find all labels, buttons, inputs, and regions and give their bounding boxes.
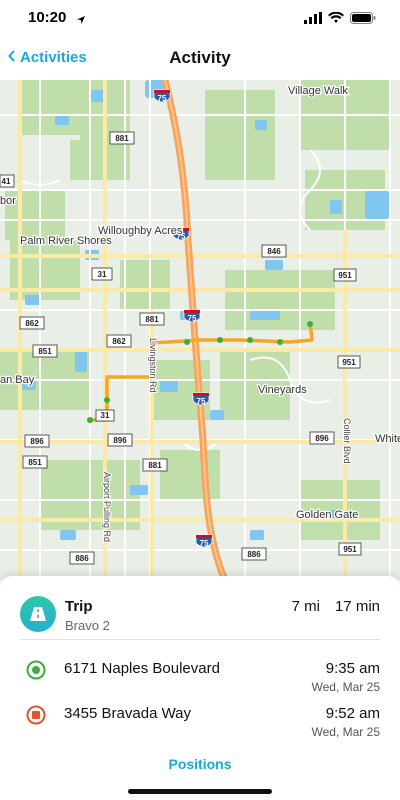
signal-icon bbox=[304, 11, 322, 29]
trip-distance: 7 mi bbox=[291, 598, 320, 615]
battery-icon bbox=[350, 11, 376, 29]
road-shield: 951 bbox=[338, 271, 352, 280]
road-label: Airport Pulling Rd bbox=[102, 472, 112, 542]
place-label: White bbox=[375, 433, 400, 445]
page-title: Activity bbox=[169, 48, 231, 67]
status-icons bbox=[304, 11, 376, 29]
road-shield: 886 bbox=[75, 554, 89, 563]
road-shield: 851 bbox=[28, 458, 42, 467]
trip-badge bbox=[20, 596, 56, 632]
map-view[interactable]: 881 41 846 31 951 862 881 862 851 951 89… bbox=[0, 80, 400, 580]
start-time: 9:35 am bbox=[325, 660, 380, 677]
road-shield: 881 bbox=[115, 134, 129, 143]
place-label: Village Walk bbox=[288, 85, 348, 97]
road-shield: 846 bbox=[267, 247, 281, 256]
road-icon bbox=[30, 607, 46, 621]
road-shield: 31 bbox=[98, 270, 107, 279]
end-date: Wed, Mar 25 bbox=[311, 725, 380, 739]
road-shield: 881 bbox=[148, 461, 162, 470]
road-shield: 851 bbox=[38, 347, 52, 356]
road-shield: 862 bbox=[25, 319, 39, 328]
end-stop-row[interactable]: 3455 Bravada Way 9:52 am Wed, Mar 25 bbox=[20, 703, 380, 743]
start-date: Wed, Mar 25 bbox=[311, 680, 380, 694]
trip-title: Trip bbox=[65, 598, 93, 615]
status-time: 10:20 bbox=[28, 9, 67, 26]
road-shield: 951 bbox=[342, 358, 356, 367]
home-indicator[interactable] bbox=[128, 789, 272, 794]
navigation-bar: Activities Activity bbox=[0, 36, 400, 81]
road-label: Livingston Rd bbox=[148, 338, 158, 393]
start-marker-icon bbox=[26, 660, 46, 680]
place-label: Golden Gate bbox=[296, 509, 358, 521]
road-shield: 862 bbox=[112, 337, 126, 346]
trip-duration: 17 min bbox=[334, 598, 380, 615]
end-address: 3455 Bravada Way bbox=[64, 705, 192, 722]
stop-marker-icon bbox=[26, 705, 46, 725]
divider bbox=[20, 639, 380, 640]
start-address: 6171 Naples Boulevard bbox=[64, 660, 220, 677]
interstate-shield: 75 bbox=[158, 94, 167, 103]
vehicle-name: Bravo 2 bbox=[65, 618, 110, 633]
status-bar: 10:20 bbox=[0, 0, 400, 36]
trip-detail-sheet: Trip Bravo 2 7 mi 17 min 6171 Naples Bou… bbox=[0, 576, 400, 800]
road-shield: 886 bbox=[247, 550, 261, 559]
map-canvas[interactable]: 881 41 846 31 951 862 881 862 851 951 89… bbox=[0, 80, 400, 580]
interstate-shield: 75 bbox=[188, 314, 197, 323]
road-shield: 881 bbox=[145, 315, 159, 324]
road-shield: 41 bbox=[2, 177, 11, 186]
road-shield: 31 bbox=[101, 411, 110, 420]
road-shield: 896 bbox=[315, 434, 329, 443]
end-time: 9:52 am bbox=[325, 705, 380, 722]
road-shield: 896 bbox=[30, 437, 44, 446]
place-label: Willoughby Acres bbox=[98, 225, 183, 237]
wifi-icon bbox=[328, 11, 344, 29]
interstate-shield: 75 bbox=[200, 539, 209, 548]
place-label: an Bay bbox=[0, 374, 35, 386]
positions-button[interactable]: Positions bbox=[0, 756, 400, 772]
road-label: Collier Blvd bbox=[342, 418, 352, 464]
road-shield: 896 bbox=[113, 436, 127, 445]
road-shield: 951 bbox=[343, 545, 357, 554]
place-label: bor bbox=[0, 195, 16, 207]
location-arrow-icon bbox=[76, 12, 86, 30]
trip-summary[interactable]: Trip Bravo 2 7 mi 17 min bbox=[20, 594, 380, 638]
interstate-shield: 75 bbox=[197, 397, 206, 406]
start-stop-row[interactable]: 6171 Naples Boulevard 9:35 am Wed, Mar 2… bbox=[20, 658, 380, 698]
place-label: Vineyards bbox=[258, 384, 307, 396]
